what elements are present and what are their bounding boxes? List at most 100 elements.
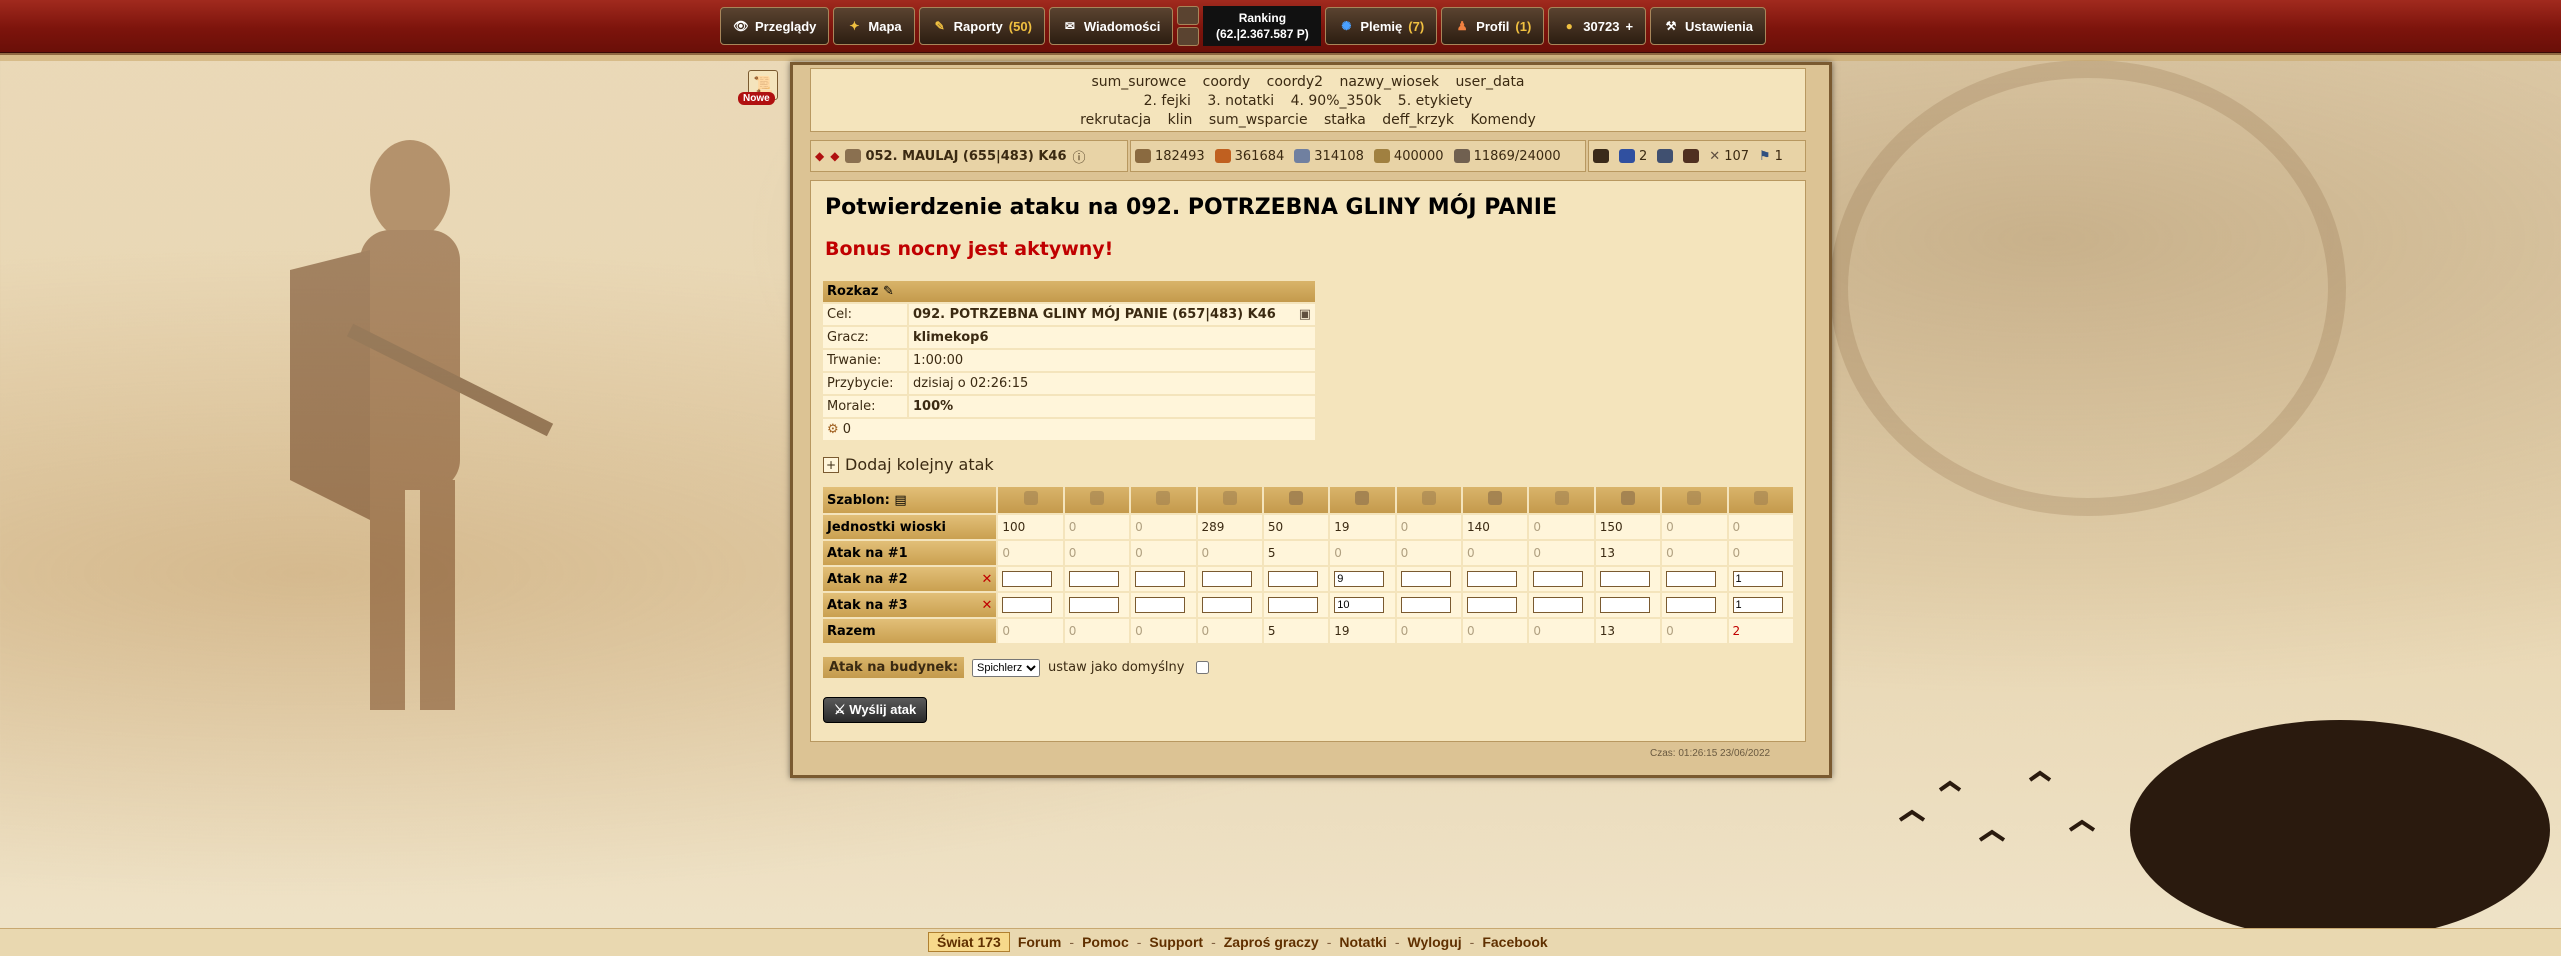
target-village-link[interactable]: 092. POTRZEBNA GLINY MÓJ PANIE (657|483)… [913,307,1276,322]
quickbar-link[interactable]: sum_wsparcie [1209,112,1308,128]
chest-icon[interactable] [1593,149,1609,163]
resources-bar: 182493 361684 314108 400000 11869/24000 [1130,140,1586,172]
remove-attack-icon[interactable]: ✕ [981,598,992,613]
iron-icon [1294,149,1311,163]
unit-input[interactable] [1135,597,1186,613]
menu-reports-button[interactable]: ✎ Raporty (50) [918,7,1045,45]
unit-input[interactable] [1400,597,1451,613]
main-menu: 👁 Przeglądy ✦ Mapa ✎ Raporty (50) ✉ Wiadomośc… [720,5,1766,47]
footer-link-invite[interactable]: Zaproś graczy [1224,934,1319,950]
unit-noble-icon [1728,487,1793,513]
table-row: Cel: 092. POTRZEBNA GLINY MÓJ PANIE (657|… [823,304,1315,325]
footer-link-support[interactable]: Support [1149,934,1203,950]
footer-link-logout[interactable]: Wyloguj [1407,934,1461,950]
building-select[interactable]: Spichlerz [972,658,1041,677]
unit-input[interactable] [1267,597,1318,613]
menu-profile-button[interactable]: ♟ Profil (1) [1441,7,1545,45]
quickbar-link[interactable]: deff_krzyk [1382,112,1454,128]
unit-input[interactable] [1068,597,1119,613]
template-icon[interactable]: ▤ [894,493,906,508]
footer-link-facebook[interactable]: Facebook [1482,934,1547,950]
footer-link-forum[interactable]: Forum [1018,934,1062,950]
unit-input[interactable] [1533,571,1584,587]
quickbar-link[interactable]: rekrutacja [1080,112,1151,128]
quill-icon: ✎ [883,284,894,299]
menu-messages-button[interactable]: ✉ Wiadomości [1048,7,1174,45]
quickbar-link[interactable]: 4. 90%_350k [1291,93,1382,109]
menu-premium-button[interactable]: ● 30723 + [1548,7,1647,45]
village-name[interactable]: 052. MAULAJ (655|483) K46 [865,149,1066,164]
morale-value: 100% [909,396,1315,417]
portrait-icon[interactable] [1683,149,1700,163]
quickbar-link[interactable]: Komendy [1470,112,1535,128]
shield-icon[interactable] [1619,149,1635,163]
player-link[interactable]: klimekop6 [909,327,1315,348]
remove-attack-icon[interactable]: ✕ [981,572,992,587]
quickbar-link[interactable]: stałka [1324,112,1366,128]
quickbar-link[interactable]: 3. notatki [1207,93,1274,109]
premium-points-icon: ● [1565,19,1573,33]
forum-toggle-icon[interactable] [1177,6,1200,25]
menu-map-button[interactable]: ✦ Mapa [833,7,915,45]
clay-icon [1214,149,1231,163]
default-checkbox[interactable] [1196,661,1210,674]
add-attack-link[interactable]: + Dodaj kolejny atak [823,455,994,474]
unit-input[interactable] [1201,597,1252,613]
unit-input[interactable] [1334,597,1385,613]
tribe-icon: ✺ [1341,19,1352,33]
quickbar-link[interactable]: coordy [1203,74,1251,90]
unit-input[interactable] [1533,597,1584,613]
mail-toggle-icon[interactable] [1177,27,1200,46]
unit-input[interactable] [1201,571,1252,587]
unit-input[interactable] [1467,597,1518,613]
send-attack-button[interactable]: ⚔ Wyślij atak [823,697,928,723]
footer-link-notes[interactable]: Notatki [1339,934,1386,950]
unit-input[interactable] [1467,571,1518,587]
unit-input[interactable] [1068,571,1119,587]
knight-background-image [290,140,554,710]
unit-input[interactable] [1400,571,1451,587]
background-ring [1830,60,2346,516]
unit-input[interactable] [1599,597,1650,613]
menu-overviews-button[interactable]: 👁 Przeglądy [720,7,830,45]
eye-icon: 👁 [733,19,749,33]
prev-village-arrow-icon[interactable]: ◆ [815,149,824,163]
quickbar-link[interactable]: user_data [1455,74,1524,90]
unit-input[interactable] [1666,597,1717,613]
quick-toggles [1177,6,1200,46]
unit-input[interactable] [1002,597,1053,613]
quickbar-link[interactable]: nazwy_wiosek [1340,74,1439,90]
unit-input[interactable] [1732,597,1783,613]
quickbar-link[interactable]: klin [1168,112,1193,128]
unit-spy-icon [1263,487,1329,513]
table-row: Trwanie: 1:00:00 [823,350,1315,371]
quickbar-link[interactable]: 5. etykiety [1398,93,1473,109]
menu-tribe-button[interactable]: ✺ Plemię (7) [1325,7,1438,45]
profile-icon: ♟ [1456,19,1468,33]
wrench-icon: ⚒ [1665,19,1677,33]
next-village-arrow-icon[interactable]: ◆ [830,149,839,163]
footer-link-help[interactable]: Pomoc [1082,934,1129,950]
flag-icon[interactable] [1657,149,1674,163]
unit-input[interactable] [1002,571,1053,587]
storage-amount: 400000 [1393,148,1444,164]
unit-input[interactable] [1334,571,1385,587]
farm-amount: 11869/24000 [1473,148,1561,164]
quickbar-link[interactable]: sum_surowce [1091,74,1186,90]
unit-input[interactable] [1732,571,1783,587]
quickbar-link[interactable]: coordy2 [1267,74,1323,90]
table-row: Morale: 100% [823,396,1315,417]
quickbar-link[interactable]: 2. fejki [1144,93,1191,109]
unit-input[interactable] [1599,571,1650,587]
unit-input[interactable] [1135,571,1186,587]
info-icon[interactable]: ⓘ [1073,147,1086,166]
map-icon[interactable]: ▣ [1299,307,1311,322]
unit-heavy-cavalry-icon [1463,487,1528,513]
ranking-box[interactable]: Ranking (62.|2.367.587 P) [1203,6,1322,46]
support-icon[interactable]: ⚑ [1759,149,1771,164]
menu-settings-button[interactable]: ⚒ Ustawienia [1650,7,1766,45]
unit-input[interactable] [1666,571,1717,587]
unit-input[interactable] [1267,571,1318,587]
swords-icon[interactable]: ✕ [1709,149,1720,164]
world-badge[interactable]: Świat 173 [928,932,1010,952]
